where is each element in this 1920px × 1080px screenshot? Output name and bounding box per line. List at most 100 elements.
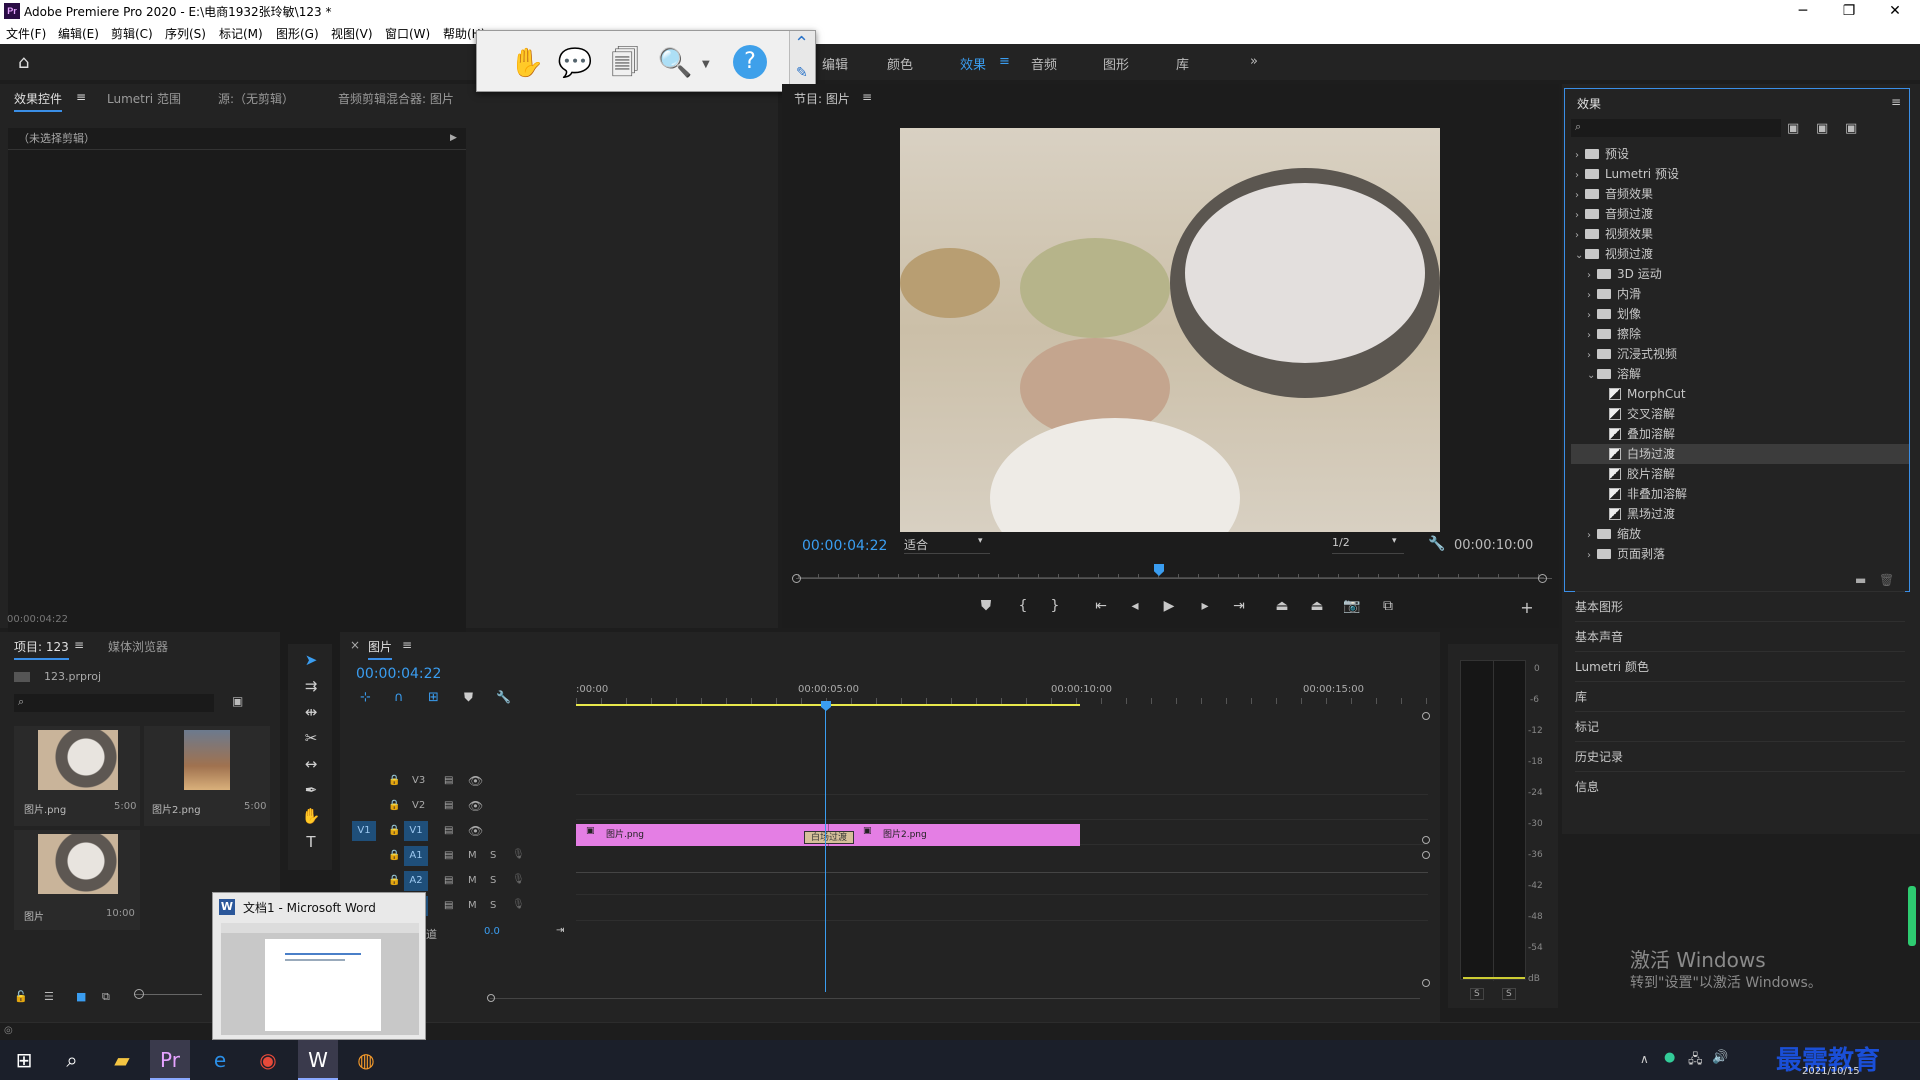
source-patch-v1[interactable]: V1 — [352, 821, 376, 841]
workspace-effects[interactable]: 效果 — [960, 54, 986, 73]
chrome-icon[interactable]: ◉ — [248, 1040, 288, 1080]
add-marker-icon[interactable]: ⛊ — [974, 598, 998, 614]
effects-title[interactable]: 效果 — [1577, 95, 1601, 112]
maximize-button[interactable]: ❐ — [1826, 0, 1872, 22]
wrench-icon[interactable]: 🔧 — [1428, 536, 1445, 552]
effect-folder[interactable]: › 沉浸式视频 — [1571, 344, 1909, 364]
meter-solo-right[interactable]: S — [1502, 988, 1516, 1000]
timeline-playhead-handle[interactable] — [821, 701, 831, 711]
mute-button[interactable]: M — [468, 850, 477, 861]
workspace-audio[interactable]: 音频 — [1031, 54, 1057, 73]
track-select-tool-icon[interactable]: ⇉ — [298, 674, 324, 698]
panel-essential-sound[interactable]: 基本声音 — [1575, 621, 1905, 651]
export-frame-icon[interactable]: 📷 — [1340, 598, 1364, 614]
timeline-close-icon[interactable]: × — [350, 638, 360, 652]
workspace-more-icon[interactable]: » — [1250, 54, 1258, 69]
menu-edit[interactable]: 编辑(E) — [58, 25, 99, 42]
solo-button[interactable]: S — [490, 900, 496, 911]
lock-icon[interactable]: 🔒 — [388, 850, 400, 861]
snap-icon[interactable]: ∩ — [394, 690, 404, 705]
effect-folder[interactable]: ⌄ 视频过渡 — [1571, 244, 1909, 264]
effect-folder[interactable]: › 页面剥落 — [1571, 544, 1909, 564]
project-search-input[interactable]: ⌕ — [14, 694, 214, 712]
lift-icon[interactable]: ⏏ — [1270, 598, 1294, 614]
hscroll-track[interactable] — [490, 998, 1420, 999]
workspace-menu-icon[interactable]: ≡ — [999, 54, 1010, 69]
word-taskbar-icon[interactable]: W — [298, 1040, 338, 1080]
go-to-end-icon[interactable]: ⇥ — [556, 925, 564, 936]
list-view-icon[interactable]: ☰ — [44, 990, 54, 1003]
chevron-down-icon[interactable]: ⌄ — [1575, 246, 1585, 266]
vscroll-handle-top[interactable] — [1422, 712, 1430, 720]
lock-icon[interactable]: 🔒 — [388, 775, 400, 786]
effect-item[interactable]: MorphCut — [1571, 384, 1909, 404]
selection-tool-icon[interactable]: ➤ — [298, 648, 324, 672]
effect-folder[interactable]: › 划像 — [1571, 304, 1909, 324]
clip-image1[interactable]: ▣ 图片.png — [576, 824, 828, 846]
chevron-right-icon[interactable]: › — [1587, 306, 1597, 326]
effect-item[interactable]: 黑场过渡 — [1571, 504, 1909, 524]
project-item[interactable]: 图片.png 5:00 — [14, 726, 140, 826]
effect-folder[interactable]: › 音频过渡 — [1571, 204, 1909, 224]
panel-markers[interactable]: 标记 — [1575, 711, 1905, 741]
lock-icon[interactable]: 🔓 — [14, 990, 28, 1003]
chevron-down-icon[interactable]: ⌄ — [1587, 366, 1597, 386]
panel-lumetri-color[interactable]: Lumetri 颜色 — [1575, 651, 1905, 681]
close-button[interactable]: ✕ — [1872, 0, 1918, 22]
32bit-effects-icon[interactable]: ▣ — [1816, 121, 1828, 136]
project-menu-icon[interactable]: ≡ — [74, 638, 84, 652]
zoom-bar[interactable] — [796, 578, 1552, 579]
zoom-handle-left[interactable] — [792, 574, 801, 583]
vscroll-handle-mid[interactable] — [1422, 836, 1430, 844]
tab-audio-clip-mixer[interactable]: 音频剪辑混合器: 图片 — [338, 90, 454, 107]
solo-button[interactable]: S — [490, 875, 496, 886]
premiere-taskbar-icon[interactable]: Pr — [150, 1040, 190, 1080]
panel-info[interactable]: 信息 — [1575, 771, 1905, 801]
chevron-right-icon[interactable]: › — [1575, 146, 1585, 166]
track-label[interactable]: A2 — [404, 871, 428, 891]
go-to-out-icon[interactable]: ⇥ — [1227, 598, 1251, 614]
yuv-effects-icon[interactable]: ▣ — [1845, 121, 1857, 136]
tray-app-icon[interactable]: ● — [1664, 1050, 1675, 1065]
add-marker-icon[interactable]: ⛊ — [464, 690, 473, 705]
play-icon[interactable]: ▶ — [1157, 598, 1181, 614]
panel-history[interactable]: 历史记录 — [1575, 741, 1905, 771]
edge-icon[interactable]: e — [200, 1040, 240, 1080]
workspace-graphics[interactable]: 图形 — [1103, 54, 1129, 73]
side-scroll-indicator[interactable] — [1908, 886, 1916, 946]
icon-view-icon[interactable]: ■ — [76, 990, 86, 1003]
zoom-slider[interactable] — [134, 994, 202, 995]
extract-icon[interactable]: ⏏ — [1305, 598, 1329, 614]
pen-tool-icon[interactable]: ✒ — [298, 778, 324, 802]
timeline-settings-icon[interactable]: 🔧 — [496, 690, 511, 704]
quality-dropdown[interactable]: 1/2 ▾ — [1332, 536, 1404, 554]
project-item[interactable]: 图片 10:00 — [14, 830, 140, 930]
sync-lock-icon[interactable]: ▤ — [444, 800, 453, 811]
microphone-icon[interactable]: 🎙 — [512, 874, 525, 885]
start-windows-icon[interactable]: ⊞ — [4, 1040, 44, 1080]
lock-icon[interactable]: 🔒 — [388, 800, 400, 811]
effect-folder[interactable]: › 内滑 — [1571, 284, 1909, 304]
new-bin-icon[interactable]: ▬ — [1855, 573, 1866, 587]
lock-icon[interactable]: 🔒 — [388, 825, 400, 836]
track-label[interactable]: V1 — [404, 821, 428, 841]
program-title[interactable]: 节目: 图片 — [794, 90, 850, 107]
button-editor-plus-icon[interactable]: + — [1515, 598, 1539, 617]
collapse-up-icon[interactable]: ⌃ — [794, 33, 809, 54]
menu-window[interactable]: 窗口(W) — [385, 25, 430, 42]
program-timecode[interactable]: 00:00:04:22 — [802, 538, 887, 554]
effect-folder[interactable]: › 音频效果 — [1571, 184, 1909, 204]
track-lanes[interactable]: ▣ 图片.png ▣ 图片2.png 白场过渡 — [576, 768, 1428, 948]
transition-white-fade[interactable]: 白场过渡 — [804, 831, 854, 844]
vscroll-handle-bottom[interactable] — [1422, 979, 1430, 987]
minimize-button[interactable]: ─ — [1780, 0, 1826, 22]
chevron-right-icon[interactable]: › — [1587, 326, 1597, 346]
timeline-tab[interactable]: 图片 — [368, 638, 393, 660]
effect-folder[interactable]: › 预设 — [1571, 144, 1909, 164]
timeline-ruler[interactable]: :00:00 00:00:05:00 00:00:10:00 00:00:15:… — [576, 682, 1430, 708]
nest-icon[interactable]: ⊹ — [360, 690, 371, 705]
effect-item[interactable]: 白场过渡 — [1571, 444, 1909, 464]
clip-image2[interactable]: ▣ 图片2.png — [828, 824, 1080, 846]
step-forward-icon[interactable]: ▸ — [1193, 598, 1217, 614]
eye-icon[interactable]: 👁 — [468, 824, 483, 838]
